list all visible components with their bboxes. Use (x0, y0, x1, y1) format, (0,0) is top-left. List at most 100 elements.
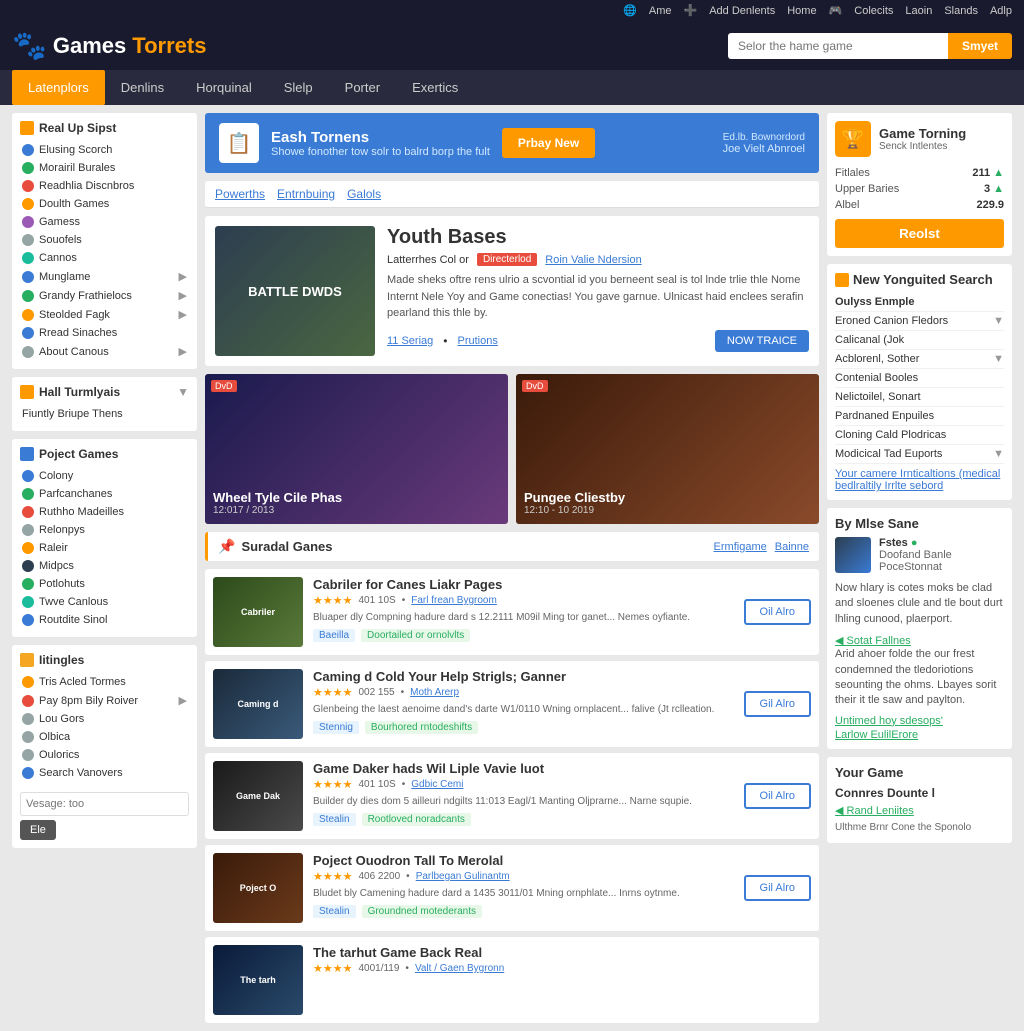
user-info: Fstes ● Doofand Banle PoceStonnat (879, 537, 952, 573)
top-link-adlp[interactable]: Adlp (990, 5, 1012, 17)
search-list-item[interactable]: Nelictoilel, Sonart (835, 388, 1004, 407)
sidebar-item-midpcs[interactable]: Midpcs (20, 557, 189, 575)
sidebar-search-input[interactable] (20, 792, 189, 816)
search-more-link[interactable]: Your camere Irnticaltions (medical bedlr… (835, 468, 1004, 492)
game-list-btn-2[interactable]: Oil Alro (744, 783, 811, 809)
subnav-item-galols[interactable]: Galols (347, 187, 381, 201)
game-list-btn-1[interactable]: Gil Alro (744, 691, 811, 717)
nav-item-horquinal[interactable]: Horquinal (180, 70, 268, 105)
sidebar-item-routdite[interactable]: Routdite Sinol (20, 611, 189, 629)
sidebar-item-elusing[interactable]: Elusing Scorch (20, 141, 189, 159)
search-list-item[interactable]: Pardnaned Enpuiles (835, 407, 1004, 426)
sidebar-item-twve[interactable]: Twve Canlous (20, 593, 189, 611)
sidebar-item-oulorics[interactable]: Oulorics (20, 746, 189, 764)
now-trace-btn[interactable]: NOW TRAICE (715, 330, 809, 352)
sidebar-item-about[interactable]: About Canous ▶ (20, 342, 189, 361)
meta-link-2[interactable]: Gdbic Cemi (411, 779, 463, 790)
featured-game-image: BATTLE DWDS (215, 226, 375, 356)
section-link-2[interactable]: Bainne (775, 541, 809, 553)
sidebar-item-olbica[interactable]: Olbica (20, 728, 189, 746)
search-list-item[interactable]: Modicical Tad Euports ▼ (835, 445, 1004, 464)
stat-row-fitlales: Fitlales 211 ▲ (835, 165, 1004, 181)
sidebar-item-lou[interactable]: Lou Gors (20, 710, 189, 728)
search-list-item[interactable]: Acblorenl, Sother ▼ (835, 350, 1004, 369)
sidebar-item-pay[interactable]: Pay 8pm Bily Roiver ▶ (20, 691, 189, 710)
section-link-1[interactable]: Ermfigame (714, 541, 767, 553)
stat-row-albel: Albel 229.9 (835, 197, 1004, 213)
nav-item-slelp[interactable]: Slelp (268, 70, 329, 105)
tag: Rootloved noradcants (362, 813, 471, 826)
game-list-btn-0[interactable]: Oil Alro (744, 599, 811, 625)
sidebar-item-raleir[interactable]: Raleir (20, 539, 189, 557)
sidebar-item-colony[interactable]: Colony (20, 467, 189, 485)
stars-2: ★★★★ (313, 778, 352, 791)
meta-link-0[interactable]: Farl frean Bygroom (411, 595, 497, 606)
game-stats: Fitlales 211 ▲ Upper Baries 3 ▲ Albel 22… (835, 165, 1004, 213)
nav-item-denlins[interactable]: Denlins (105, 70, 180, 105)
stat-link[interactable]: ◀ Sotat Fallnes (835, 635, 911, 647)
rand-link[interactable]: ◀ Rand Leniites (835, 804, 1004, 817)
sidebar-item-ruthho[interactable]: Ruthho Madeilles (20, 503, 189, 521)
sidebar-item-rread[interactable]: Rread Sinaches (20, 324, 189, 342)
top-link-slands[interactable]: Slands (944, 5, 978, 17)
nav-item-exertics[interactable]: Exertics (396, 70, 474, 105)
subnav-item-powerths[interactable]: Powerths (215, 187, 265, 201)
search-list-item[interactable]: Cloning Cald Plodricas (835, 426, 1004, 445)
meta-link-3[interactable]: Parlbegan Gulinantm (416, 871, 510, 882)
sidebar-item-gamess[interactable]: Gamess (20, 213, 189, 231)
game-list-tags-0: BaeillaDoortailed or ornolvlts (313, 629, 734, 642)
sidebar-item-doulth[interactable]: Doulth Games (20, 195, 189, 213)
sidebar-item-grandy[interactable]: Grandy Frathielocs ▶ (20, 286, 189, 305)
sidebar-item-potlohuts[interactable]: Potlohuts (20, 575, 189, 593)
realist-button[interactable]: Reolst (835, 219, 1004, 248)
stat-link3[interactable]: Larlow EulilErore (835, 729, 918, 741)
game-card-1[interactable]: Wheel Tyle Cile Phas 12:017 / 2013 DvD (205, 374, 508, 524)
top-link-add[interactable]: Add Denlents (709, 5, 775, 17)
user-post: Fstes ● Doofand Banle PoceStonnat (835, 537, 1004, 573)
stat-link2[interactable]: Untimed hoy sdesops' (835, 715, 943, 727)
sidebar-item-fiunty[interactable]: Fiuntly Briupe Thens (20, 405, 189, 423)
section-hall: Hall Turmlyais ▼ Fiuntly Briupe Thens (12, 377, 197, 431)
game-list-item: Poject O Poject Ouodron Tall To Merolal … (205, 845, 819, 931)
game-list-btn-3[interactable]: Gil Alro (744, 875, 811, 901)
search-list-item[interactable]: Eroned Canion Fledors ▼ (835, 312, 1004, 331)
sidebar-item-souofels[interactable]: Souofels (20, 231, 189, 249)
top-link-ame[interactable]: Ame (649, 5, 672, 17)
game-list-img-4: The tarh (213, 945, 303, 1015)
sidebar-item-steolded[interactable]: Steolded Fagk ▶ (20, 305, 189, 324)
nav-item-porter[interactable]: Porter (329, 70, 396, 105)
meta-link-4[interactable]: Valt / Gaen Bygronn (415, 963, 504, 974)
top-link-home[interactable]: Home (787, 5, 816, 17)
search-input[interactable] (728, 33, 948, 59)
featured-meta-link[interactable]: Roin Valie Ndersion (545, 254, 641, 266)
search-button[interactable]: Smyet (948, 33, 1012, 59)
subnav-item-entrnbuing[interactable]: Entrnbuing (277, 187, 335, 201)
main-layout: Real Up Sipst Elusing Scorch Morairil Bu… (0, 105, 1024, 1031)
game-card-1-badge: DvD (211, 380, 237, 392)
search-list-item[interactable]: Oulyss Enmple (835, 293, 1004, 312)
featured-action1[interactable]: 11 Seriag (387, 335, 433, 347)
sidebar-item-readhlia[interactable]: Readhlia Discnbros (20, 177, 189, 195)
featured-action2[interactable]: Prutions (457, 335, 497, 347)
sidebar-item-search-vanovers[interactable]: Search Vanovers (20, 764, 189, 782)
top-link-login[interactable]: Laoin (905, 5, 932, 17)
dot-icon (22, 290, 34, 302)
banner-btn[interactable]: Prbay New (502, 128, 595, 158)
sidebar-item-tris[interactable]: Tris Acled Tormes (20, 673, 189, 691)
sidebar-item-morairil[interactable]: Morairil Burales (20, 159, 189, 177)
sidebar-item-cannos[interactable]: Cannos (20, 249, 189, 267)
logo-torrents: Torrets (132, 33, 206, 59)
search-list-item[interactable]: Contenial Booles (835, 369, 1004, 388)
game-card-2[interactable]: Pungee Cliestby 12:10 - 10 2019 DvD (516, 374, 819, 524)
sidebar-search-btn[interactable]: Ele (20, 820, 56, 840)
game-list-meta-4: ★★★★ 4001/119 • Valt / Gaen Bygronn (313, 962, 811, 975)
nav-item-latenplors[interactable]: Latenplors (12, 70, 105, 105)
sidebar-item-parfcanchanes[interactable]: Parfcanchanes (20, 485, 189, 503)
meta-link-1[interactable]: Moth Arerp (410, 687, 459, 698)
game-list-item: The tarh The tarhut Game Back Real ★★★★ … (205, 937, 819, 1023)
game-list-img-placeholder: The tarh (213, 945, 303, 1015)
search-list-item[interactable]: Calicanal (Jok (835, 331, 1004, 350)
top-link-collectibles[interactable]: Colecits (854, 5, 893, 17)
sidebar-item-relonpys[interactable]: Relonpys (20, 521, 189, 539)
sidebar-item-munglame[interactable]: Munglame ▶ (20, 267, 189, 286)
